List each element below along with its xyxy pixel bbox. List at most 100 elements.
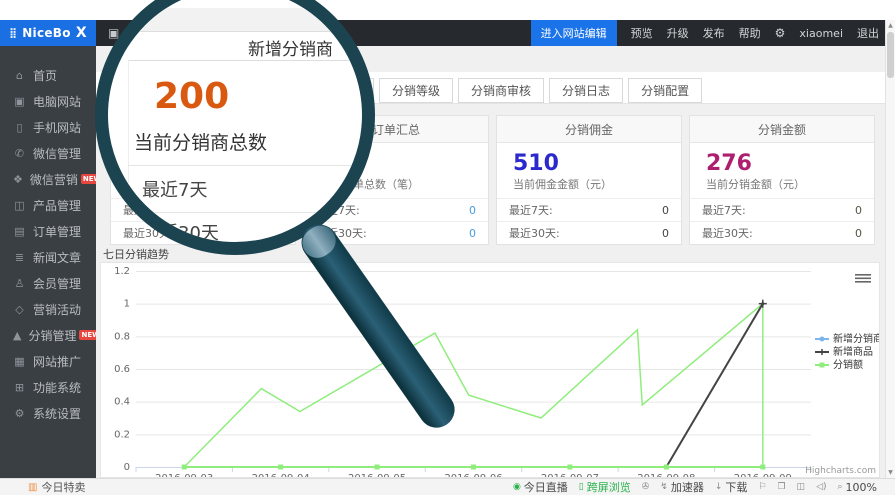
cross-screen-browse[interactable]: ▯ 跨屏浏览	[579, 479, 631, 495]
magnified-card-value: 200	[154, 76, 229, 117]
promotion-icon: ▦	[13, 355, 26, 368]
marker-square	[375, 465, 380, 470]
sidebar-item-monitor[interactable]: ▣ 电脑网站	[0, 88, 96, 114]
monitor-icon: ▣	[13, 95, 26, 108]
sidebar-item-promotion[interactable]: ▦网站推广	[0, 348, 96, 374]
legend-item-1[interactable]: 新增商品	[815, 345, 873, 358]
sidebar-item-campaign[interactable]: ◇营销活动	[0, 296, 96, 322]
marker-square	[760, 465, 765, 470]
today-live[interactable]: ◉ 今日直播	[513, 479, 568, 495]
sidebar-item-product[interactable]: ◫产品管理	[0, 192, 96, 218]
sidebar-item-label: 系统设置	[33, 405, 81, 422]
sidebar-item-label: 营销活动	[33, 301, 81, 318]
highcharts-credit[interactable]: Highcharts.com	[805, 466, 876, 476]
wechat-marketing-icon: ❖	[13, 173, 23, 186]
chart-title: 七日分销趋势	[103, 246, 169, 262]
download-icon: ↓	[715, 482, 723, 492]
sidebar-item-member[interactable]: ♙会员管理	[0, 270, 96, 296]
today-sale[interactable]: ▥ 今日特卖	[0, 479, 85, 495]
legend-item-0[interactable]: 新增分销商	[815, 332, 879, 345]
card-caption: 当前分销金额（元）	[690, 176, 874, 198]
svg-text:1: 1	[124, 299, 130, 310]
sidebar-item-distribution[interactable]: ▲分销管理NEW	[0, 322, 96, 348]
card-row: 最近30天:0	[497, 221, 681, 244]
tab-4[interactable]: 分销配置	[628, 78, 702, 103]
svg-text:0.2: 0.2	[114, 429, 130, 440]
logout-link[interactable]: 退出	[857, 25, 879, 41]
vertical-scrollbar[interactable]: ▲ ▼	[885, 20, 895, 478]
card-row: 最近7天:0	[690, 198, 874, 221]
cross-screen-label: 跨屏浏览	[587, 479, 631, 495]
page-zoom[interactable]: ⌕ 100%	[838, 481, 878, 494]
scrollbar-thumb[interactable]	[887, 32, 894, 78]
upgrade-link[interactable]: 升级	[667, 25, 689, 41]
sidebar-item-label: 首页	[33, 67, 57, 84]
sidebar-item-label: 会员管理	[33, 275, 81, 292]
tab-3[interactable]: 分销日志	[549, 78, 623, 103]
row-label: 最近30天:	[702, 225, 753, 241]
sidebar-item-function[interactable]: ⊞功能系统	[0, 374, 96, 400]
card-title: 分销佣金	[497, 116, 681, 143]
sidebar-item-label: 订单管理	[33, 223, 81, 240]
row-value: 0	[855, 204, 862, 217]
sidebar-item-order[interactable]: ▤订单管理	[0, 218, 96, 244]
sidebar-item-label: 产品管理	[33, 197, 81, 214]
tab-1[interactable]: 分销等级	[379, 78, 453, 103]
grid-icon: ⣿	[9, 28, 17, 39]
publish-link[interactable]: 发布	[703, 25, 725, 41]
chart-legend: 新增分销商新增商品分销额	[815, 332, 879, 371]
help-link[interactable]: 帮助	[739, 25, 761, 41]
line-chart: 00.20.40.60.811.22016-09-032016-09-04201…	[101, 263, 879, 477]
svg-text:2016-09-09: 2016-09-09	[734, 473, 792, 477]
scroll-up-arrow-icon[interactable]: ▲	[886, 22, 895, 29]
accelerator[interactable]: ↯ 加速器	[660, 479, 704, 495]
divider	[128, 60, 362, 61]
settings-icon: ⚙	[13, 407, 26, 420]
svg-text:2016-09-05: 2016-09-05	[348, 473, 406, 477]
legend-item-2[interactable]: 分销额	[815, 358, 863, 371]
gear-icon[interactable]: ⚙	[775, 26, 786, 40]
window-button[interactable]: ◫	[797, 482, 806, 492]
marker-square	[664, 465, 669, 470]
preview-link[interactable]: 预览	[631, 25, 653, 41]
row-value: 0	[855, 227, 862, 240]
download[interactable]: ↓ 下载	[715, 479, 748, 495]
news-icon: ≣	[13, 251, 26, 264]
sidebar-item-home[interactable]: ⌂首页	[0, 62, 96, 88]
tab-2[interactable]: 分销商审核	[458, 78, 544, 103]
browser-statusbar: ▥ 今日特卖 ◉ 今日直播 ▯ 跨屏浏览 ✇ ↯ 加速器 ↓ 下载 ⚐ ❐ ◫	[0, 478, 895, 495]
nicebox-logo[interactable]: ⣿ NiceBoX	[0, 20, 96, 46]
browser-window: ⣿ NiceBoX ▣ 进入网站编辑 预览 升级 发布 帮助 ⚙ xiaomei…	[0, 0, 895, 495]
sidebar-item-label: 电脑网站	[33, 93, 81, 110]
scroll-down-arrow-icon[interactable]: ▼	[886, 469, 895, 476]
game-center[interactable]: ✇	[642, 482, 650, 492]
grid: 00.20.40.60.811.2	[114, 266, 811, 473]
row-value: 0	[662, 227, 669, 240]
print-button[interactable]: ❐	[777, 482, 785, 492]
sidebar-item-settings[interactable]: ⚙ 系统设置	[0, 400, 96, 426]
chart-menu-hamburger-icon[interactable]	[855, 274, 871, 283]
sidebar-item-wechat-marketing[interactable]: ❖微信营销NEW	[0, 166, 96, 192]
flag-button[interactable]: ⚐	[758, 482, 766, 492]
sidebar-item-news[interactable]: ≣ 新闻文章	[0, 244, 96, 270]
phone-icon: ▯	[13, 121, 26, 134]
enter-site-edit-button[interactable]: 进入网站编辑	[531, 20, 617, 46]
window-icon: ◫	[797, 482, 806, 492]
svg-text:2016-09-07: 2016-09-07	[541, 473, 599, 477]
sidebar-item-label: 新闻文章	[33, 249, 81, 266]
today-sale-label: 今日特卖	[41, 479, 85, 495]
accelerator-label: 加速器	[671, 479, 704, 495]
function-icon: ⊞	[13, 381, 26, 394]
svg-text:新增分销商: 新增分销商	[833, 332, 879, 345]
sidebar-item-phone[interactable]: ▯ 手机网站	[0, 114, 96, 140]
username[interactable]: xiaomei	[799, 27, 843, 40]
magnified-card-caption: 当前分销商总数	[134, 128, 267, 155]
card-value: 276	[690, 143, 874, 176]
sidebar-item-wechat[interactable]: ✆微信管理	[0, 140, 96, 166]
card-value: 510	[497, 143, 681, 176]
sidebar-item-label: 微信管理	[33, 145, 81, 162]
sound-button[interactable]: ◁)	[816, 482, 826, 492]
card-row: 最近7天:0	[497, 198, 681, 221]
sidebar-item-label: 手机网站	[33, 119, 81, 136]
marker-square	[182, 465, 187, 470]
